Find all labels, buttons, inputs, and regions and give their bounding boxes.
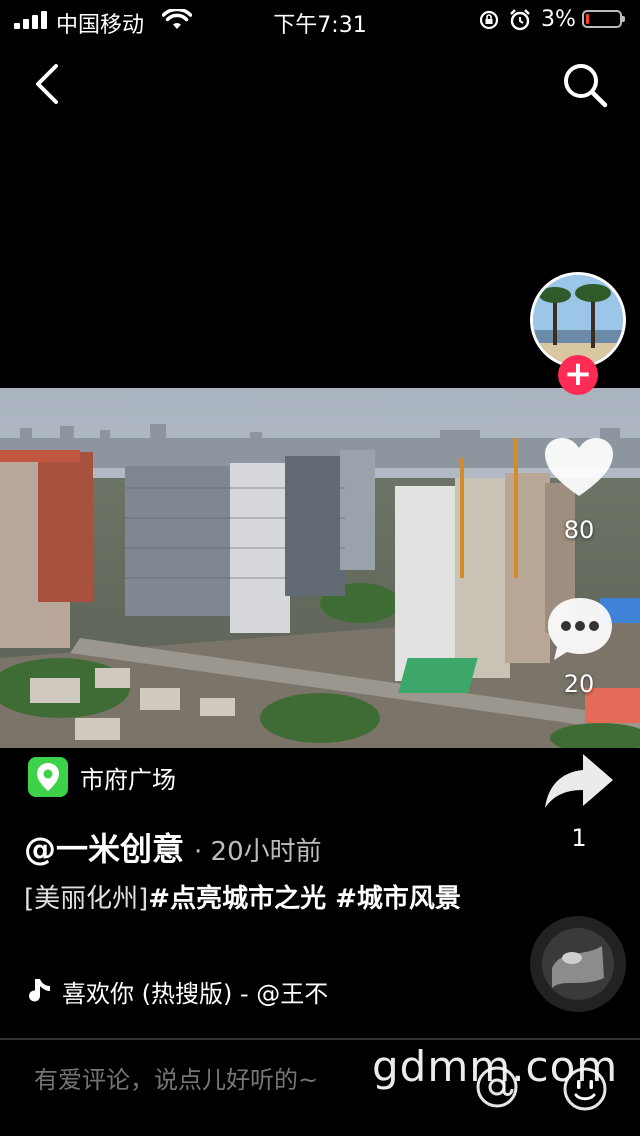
battery-percent: 3% [541,7,576,32]
comment-button[interactable] [544,594,616,666]
music-note-icon [29,978,50,1001]
comment-count: 20 [563,670,595,698]
share-button[interactable] [543,752,615,812]
music-line[interactable]: 喜欢你 (热搜版) - @王不 [24,974,394,1009]
post-caption: [美丽化州]#点亮城市之光 #城市风景 [24,880,474,918]
location-pin-icon [28,757,68,797]
comment-input[interactable] [34,1066,414,1094]
author-line: @一米创意 · 20小时前 [24,824,322,870]
like-button[interactable] [543,436,615,500]
like-count: 80 [563,516,595,544]
location-chip[interactable]: 市府广场 [28,754,176,800]
emoji-icon[interactable] [562,1066,608,1112]
post-time: · 20小时前 [194,837,322,867]
music-disc[interactable] [530,916,626,1012]
location-label: 市府广场 [80,765,176,794]
alarm-icon [510,9,530,31]
caption-bracket: [美丽化州] [24,884,149,914]
comment-bar-divider [0,1038,640,1040]
back-button[interactable] [28,62,68,106]
music-title: 喜欢你 (热搜版) - @王不 [62,980,329,1008]
status-bar: 中国移动 下午7:31 3% [0,0,640,40]
author-name[interactable]: @一米创意 [24,824,184,870]
search-button[interactable] [560,60,610,110]
battery-icon [582,10,625,28]
mention-icon[interactable] [474,1064,520,1110]
share-count: 1 [571,824,587,852]
follow-button[interactable]: + [558,355,598,395]
caption-hashtags[interactable]: #点亮城市之光 #城市风景 [148,884,461,914]
rotation-lock-icon [479,10,499,30]
